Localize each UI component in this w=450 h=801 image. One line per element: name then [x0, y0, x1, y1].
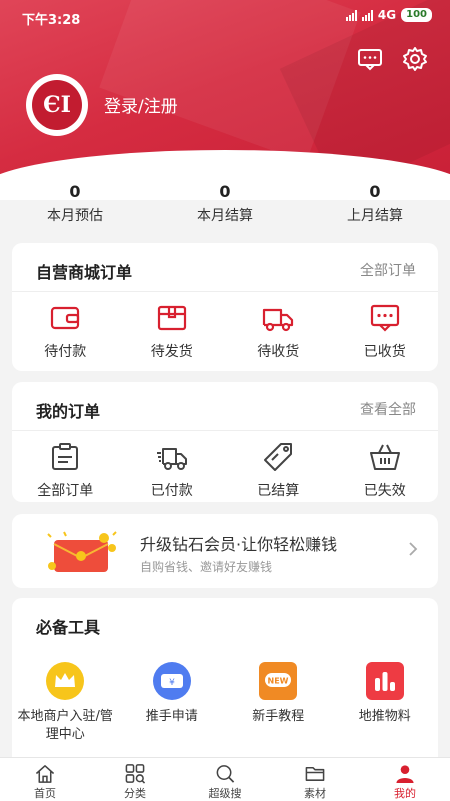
status-bar: 下午3:28 4G 100 [0, 0, 450, 30]
tool-beginner-tutorial[interactable]: NEW 新手教程 [225, 660, 332, 744]
tab-category[interactable]: 分类 [90, 758, 180, 801]
promo-subtitle: 自购省钱、邀请好友赚钱 [140, 560, 273, 574]
cell-label: 待发货 [150, 344, 193, 360]
order-received[interactable]: 已收货 [332, 301, 439, 361]
stat-this-month-estimate[interactable]: 0 本月预估 [0, 172, 150, 230]
avatar[interactable]: ЄI [26, 74, 88, 136]
cell-label: 已收货 [363, 344, 406, 360]
new-badge-icon: NEW [259, 662, 298, 700]
logo-text: ЄI [32, 80, 82, 130]
stat-last-month-settled[interactable]: 0 上月结算 [300, 172, 450, 230]
cell-label: 已失效 [363, 483, 406, 499]
card-title: 必备工具 [36, 618, 101, 637]
stat-label: 本月结算 [197, 208, 253, 224]
clipboard-icon [52, 443, 79, 470]
mall-orders-card: 自营商城订单 全部订单 待付款 待发货 待收货 已收货 [12, 243, 438, 371]
svg-text:¥: ¥ [169, 678, 175, 688]
order-all[interactable]: 全部订单 [12, 440, 119, 500]
stat-label: 上月结算 [347, 208, 403, 224]
tab-super-search[interactable]: 超级搜 [180, 758, 270, 801]
tab-label: 超级搜 [208, 787, 242, 800]
promo-title: 升级钻石会员·让你轻松赚钱 [140, 535, 338, 554]
signal-icon [345, 9, 357, 21]
stat-label: 本月预估 [47, 208, 103, 224]
tab-label: 素材 [304, 787, 326, 800]
tab-mine[interactable]: 我的 [360, 758, 450, 801]
crown-icon [46, 662, 85, 700]
order-expired[interactable]: 已失效 [332, 440, 439, 500]
bar-chart-icon [365, 662, 404, 700]
svg-text:NEW: NEW [268, 677, 289, 686]
user-icon [396, 765, 414, 784]
tool-promo-materials[interactable]: 地推物料 [332, 660, 439, 744]
network-type: 4G [377, 8, 397, 22]
order-pending-shipment[interactable]: 待发货 [119, 301, 226, 361]
cell-label: 待付款 [44, 344, 87, 360]
folder-icon [305, 767, 325, 781]
stat-value: 0 [219, 182, 231, 201]
status-time: 下午3:28 [22, 13, 81, 28]
tools-card: 必备工具 本地商户入驻/管理中心 ¥ 推手申请 NEW 新手教程 地推物料 [12, 598, 438, 758]
order-settled[interactable]: 已结算 [225, 440, 332, 500]
stat-value: 0 [369, 182, 381, 201]
card-title: 自营商城订单 [36, 263, 133, 282]
divider [12, 430, 438, 431]
basket-icon [369, 444, 400, 470]
tool-label: 推手申请 [145, 709, 198, 724]
vip-upgrade-banner[interactable]: 升级钻石会员·让你轻松赚钱 自购省钱、邀请好友赚钱 [12, 514, 438, 588]
earnings-stats: 0 本月预估 0 本月结算 0 上月结算 [0, 172, 450, 230]
tool-label: 地推物料 [358, 709, 411, 724]
tab-materials[interactable]: 素材 [270, 758, 360, 801]
stat-this-month-settled[interactable]: 0 本月结算 [150, 172, 300, 230]
battery-icon: 100 [401, 8, 432, 22]
tool-merchant-center[interactable]: 本地商户入驻/管理中心 [12, 660, 119, 744]
message-icon [370, 304, 399, 332]
cell-label: 已结算 [257, 483, 300, 499]
coupon-icon: ¥ [152, 662, 191, 700]
cell-label: 全部订单 [37, 483, 94, 499]
tag-icon [264, 443, 293, 471]
chevron-right-icon [409, 542, 418, 556]
status-indicators: 4G 100 [345, 8, 432, 22]
tab-label: 首页 [34, 787, 56, 800]
divider [12, 291, 438, 292]
order-pending-payment[interactable]: 待付款 [12, 301, 119, 361]
cell-label: 已付款 [150, 483, 193, 499]
signal-icon [361, 9, 373, 21]
home-icon [35, 765, 55, 783]
view-all-link[interactable]: 查看全部 [360, 399, 416, 419]
stat-value: 0 [69, 182, 81, 201]
card-title: 我的订单 [36, 402, 101, 421]
category-grid-icon [125, 764, 146, 784]
delivery-truck-icon [156, 448, 187, 470]
bottom-tab-bar: 首页 分类 超级搜 素材 我的 [0, 757, 450, 801]
login-register-link[interactable]: 登录/注册 [104, 92, 178, 117]
tool-label: 新手教程 [252, 709, 305, 724]
order-pending-receipt[interactable]: 待收货 [225, 301, 332, 361]
tab-label: 分类 [124, 787, 146, 800]
message-icon[interactable] [357, 46, 383, 72]
wallet-icon [51, 306, 80, 330]
tool-label: 本地商户入驻/管理中心 [17, 709, 113, 742]
my-orders-card: 我的订单 查看全部 全部订单 已付款 已结算 已失效 [12, 382, 438, 502]
gear-icon[interactable] [402, 46, 428, 72]
tab-label: 我的 [394, 787, 416, 800]
truck-icon [263, 308, 294, 332]
tool-promoter-apply[interactable]: ¥ 推手申请 [119, 660, 226, 744]
search-icon [216, 765, 235, 783]
order-paid[interactable]: 已付款 [119, 440, 226, 500]
package-icon [157, 305, 186, 331]
all-orders-link[interactable]: 全部订单 [360, 260, 416, 280]
cell-label: 待收货 [257, 344, 300, 360]
red-envelope-icon [47, 531, 117, 572]
tab-home[interactable]: 首页 [0, 758, 90, 801]
